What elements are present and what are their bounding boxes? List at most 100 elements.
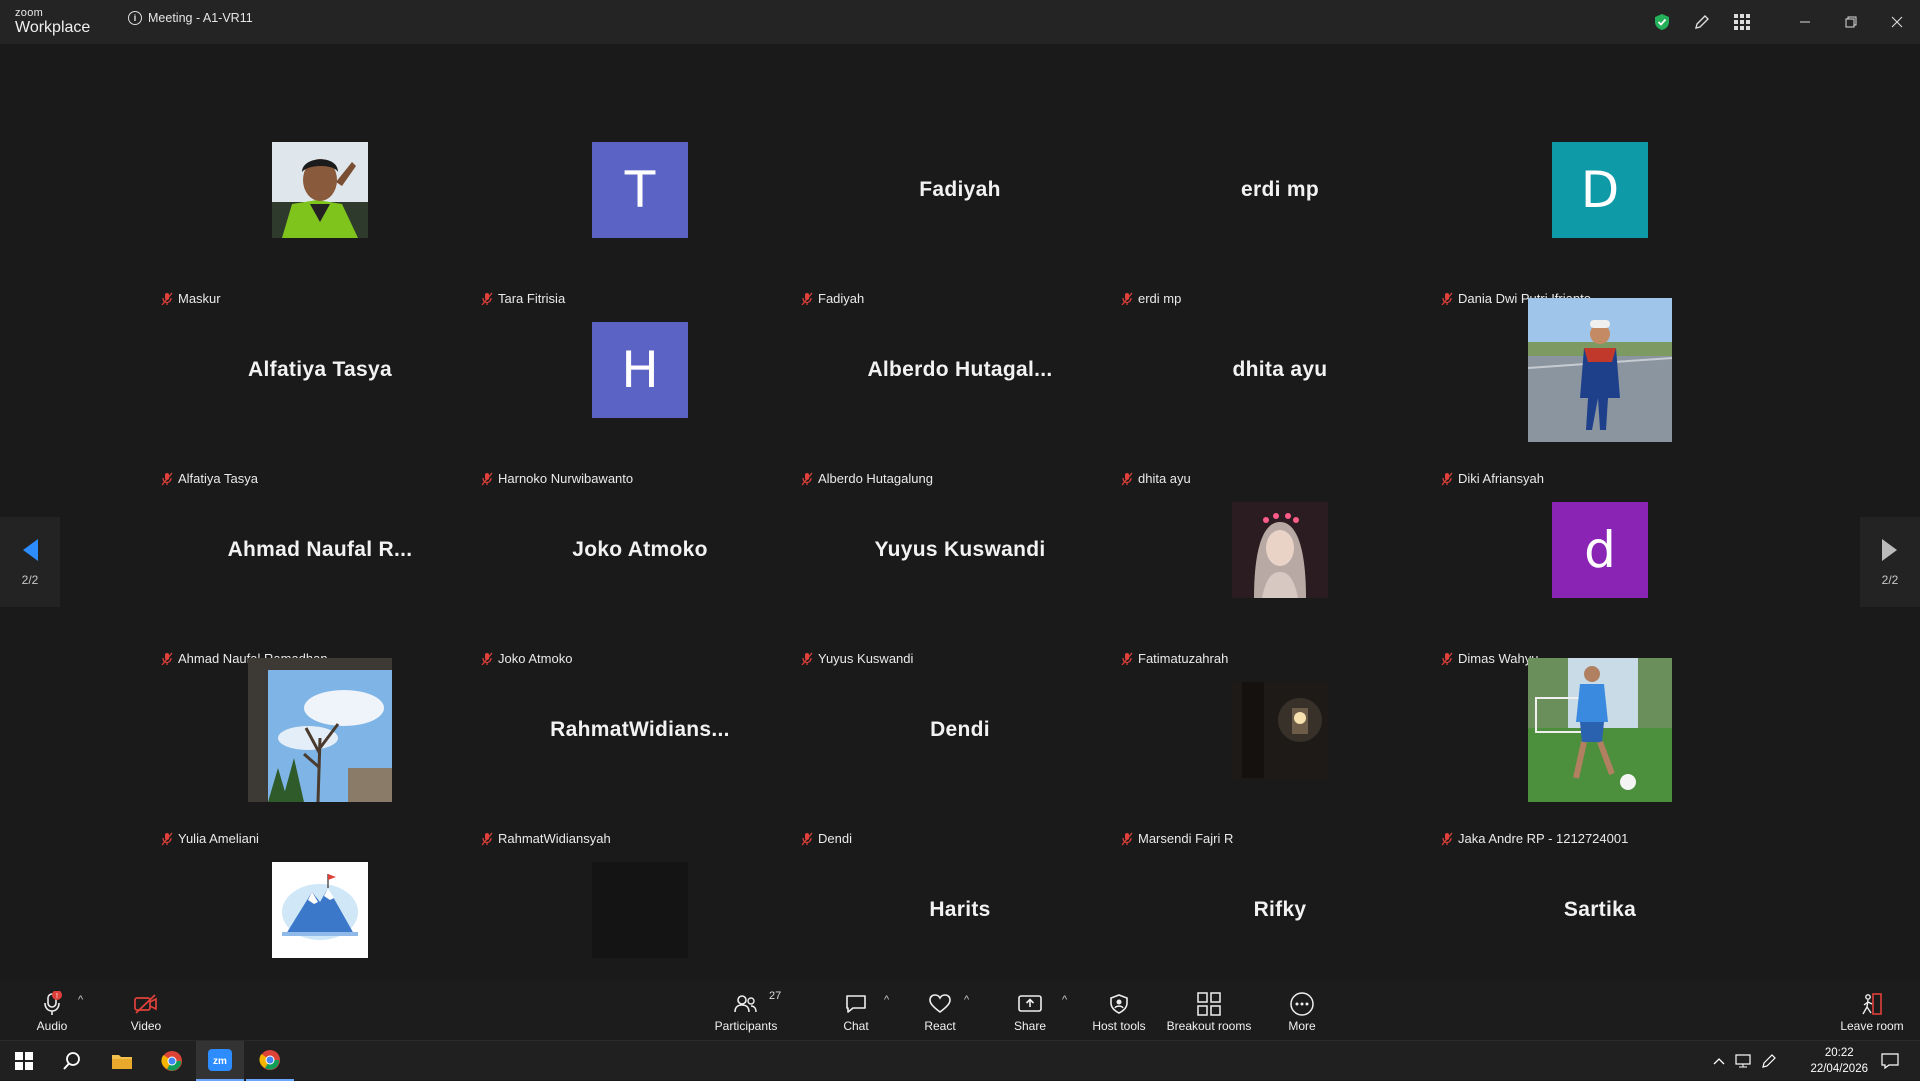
participant-profile-photo: [1528, 658, 1672, 802]
svg-text:zm: zm: [213, 1056, 227, 1067]
participant-display: [1440, 650, 1760, 810]
participant-tile[interactable]: Fadiyah Fadiyah: [800, 110, 1120, 306]
participant-profile-photo: [592, 862, 688, 958]
pen-button[interactable]: [1756, 1041, 1782, 1081]
participant-profile-photo: [1232, 682, 1328, 778]
restore-button[interactable]: [1828, 0, 1874, 44]
participant-tile[interactable]: erdi mp erdi mp: [1120, 110, 1440, 306]
participant-display: d: [1440, 470, 1760, 630]
participant-display: [1120, 650, 1440, 810]
zoom-workplace-logo: zoom Workplace: [15, 8, 90, 36]
leave-room-icon: [1862, 993, 1882, 1015]
chat-button[interactable]: Chat: [838, 980, 874, 1040]
participant-tile[interactable]: RahmatWidians... RahmatWidiansyah: [480, 650, 800, 846]
chat-options-caret[interactable]: ^: [884, 994, 889, 1006]
participant-display: Sartika: [1440, 830, 1760, 990]
participant-tile[interactable]: Alfatiya Tasya Alfatiya Tasya: [160, 290, 480, 486]
share-label: Share: [1013, 1019, 1047, 1033]
participant-tile[interactable]: Yulia Ameliani: [160, 650, 480, 846]
participant-tile[interactable]: dhita ayu dhita ayu: [1120, 290, 1440, 486]
system-clock[interactable]: 20:22 22/04/2026: [1810, 1045, 1868, 1077]
close-button[interactable]: [1874, 0, 1920, 44]
participant-display: T: [480, 110, 800, 270]
breakout-rooms-label: Breakout rooms: [1166, 1019, 1252, 1033]
pen-icon: [1762, 1054, 1776, 1068]
security-shield-icon[interactable]: [1642, 0, 1682, 44]
share-options-caret[interactable]: ^: [1062, 994, 1067, 1006]
clock-time: 20:22: [1824, 1047, 1854, 1059]
windows-taskbar: zm 20:22 22/04/2026: [0, 1040, 1920, 1081]
video-button[interactable]: Video: [124, 980, 168, 1040]
participants-button[interactable]: 27 Participants: [710, 980, 782, 1040]
participant-tile[interactable]: Marsendi Fajri R: [1120, 650, 1440, 846]
participant-display-name: Yuyus Kuswandi: [874, 538, 1046, 561]
leave-room-button[interactable]: Leave room: [1838, 980, 1906, 1040]
meeting-info-button[interactable]: i Meeting - A1-VR11: [128, 11, 253, 25]
search-button[interactable]: [48, 1041, 96, 1081]
audio-button[interactable]: ! Audio: [30, 980, 74, 1040]
participant-tile[interactable]: Ahmad Naufal R...Ahmad Naufal Ramadhan: [160, 470, 480, 666]
participant-display: [160, 110, 480, 270]
participant-display: Alberdo Hutagal...: [800, 290, 1120, 450]
participant-display-name: Joko Atmoko: [572, 538, 708, 561]
participant-tile[interactable]: T Tara Fitrisia: [480, 110, 800, 306]
heart-icon: [929, 994, 951, 1014]
participant-display: Fadiyah: [800, 110, 1120, 270]
participants-label: Participants: [714, 1019, 778, 1033]
right-arrow-icon: [1882, 539, 1897, 561]
previous-page-button[interactable]: 2/2: [0, 517, 60, 607]
breakout-rooms-button[interactable]: Breakout rooms: [1166, 980, 1252, 1040]
participant-tile[interactable]: Alberdo Hutagal... Alberdo Hutagalung: [800, 290, 1120, 486]
more-button[interactable]: More: [1286, 980, 1318, 1040]
participant-tile[interactable]: Yuyus Kuswandi Yuyus Kuswandi: [800, 470, 1120, 666]
participant-profile-photo: [1232, 502, 1328, 598]
participant-display: Rifky: [1120, 830, 1440, 990]
video-label: Video: [130, 1019, 162, 1033]
zoom-taskbar-button[interactable]: zm: [196, 1041, 244, 1081]
network-button[interactable]: [1730, 1041, 1756, 1081]
meeting-toolbar: ! Audio ^ Video 27 Participants Chat ^ R…: [0, 980, 1920, 1040]
apps-grid-icon[interactable]: [1722, 0, 1762, 44]
show-hidden-icons-button[interactable]: [1706, 1041, 1732, 1081]
windows-start-button[interactable]: [0, 1041, 48, 1081]
participant-tile[interactable]: Joko Atmoko Joko Atmoko: [480, 470, 800, 666]
participant-profile-photo: [272, 862, 368, 958]
share-button[interactable]: Share: [1010, 980, 1050, 1040]
participant-display: RahmatWidians...: [480, 650, 800, 810]
participant-tile[interactable]: Diki Afriansyah: [1440, 290, 1760, 486]
notifications-button[interactable]: [1866, 1041, 1914, 1081]
clock-date: 22/04/2026: [1810, 1063, 1868, 1075]
audio-label: Audio: [36, 1019, 68, 1033]
participant-display: Dendi: [800, 650, 1120, 810]
annotate-pencil-icon[interactable]: [1682, 0, 1722, 44]
participant-tile[interactable]: Fatimatuzahrah: [1120, 470, 1440, 666]
participant-profile-photo: [248, 658, 392, 802]
minimize-button[interactable]: [1782, 0, 1828, 44]
participant-display-name: Alberdo Hutagal...: [867, 358, 1053, 381]
chrome-icon: [161, 1051, 182, 1071]
chrome-icon: [259, 1050, 280, 1070]
participant-tile[interactable]: Jaka Andre RP - 1212724001: [1440, 650, 1760, 846]
participant-tile[interactable]: d Dimas Wahyu: [1440, 470, 1760, 666]
microphone-icon: !: [44, 991, 62, 1015]
info-icon: i: [128, 11, 142, 25]
zoom-app-icon: zm: [208, 1049, 232, 1071]
chrome-second-window-button[interactable]: [246, 1041, 294, 1081]
participant-tile[interactable]: Maskur: [160, 110, 480, 306]
participant-avatar-initial: D: [1552, 142, 1648, 238]
participant-display: Joko Atmoko: [480, 470, 800, 630]
participant-display-name: Rifky: [1253, 898, 1307, 921]
participant-tile[interactable]: Dendi Dendi: [800, 650, 1120, 846]
participant-display: H: [480, 290, 800, 450]
react-options-caret[interactable]: ^: [964, 994, 969, 1006]
participant-profile-photo: [1528, 298, 1672, 442]
chrome-button[interactable]: [148, 1041, 196, 1081]
file-explorer-button[interactable]: [98, 1041, 146, 1081]
participant-tile[interactable]: D Dania Dwi Putri Ifrianto: [1440, 110, 1760, 306]
react-label: React: [924, 1019, 956, 1033]
host-tools-button[interactable]: Host tools: [1090, 980, 1148, 1040]
react-button[interactable]: React: [920, 980, 960, 1040]
next-page-button[interactable]: 2/2: [1860, 517, 1920, 607]
audio-options-caret[interactable]: ^: [78, 994, 83, 1006]
participant-tile[interactable]: H Harnoko Nurwibawanto: [480, 290, 800, 486]
